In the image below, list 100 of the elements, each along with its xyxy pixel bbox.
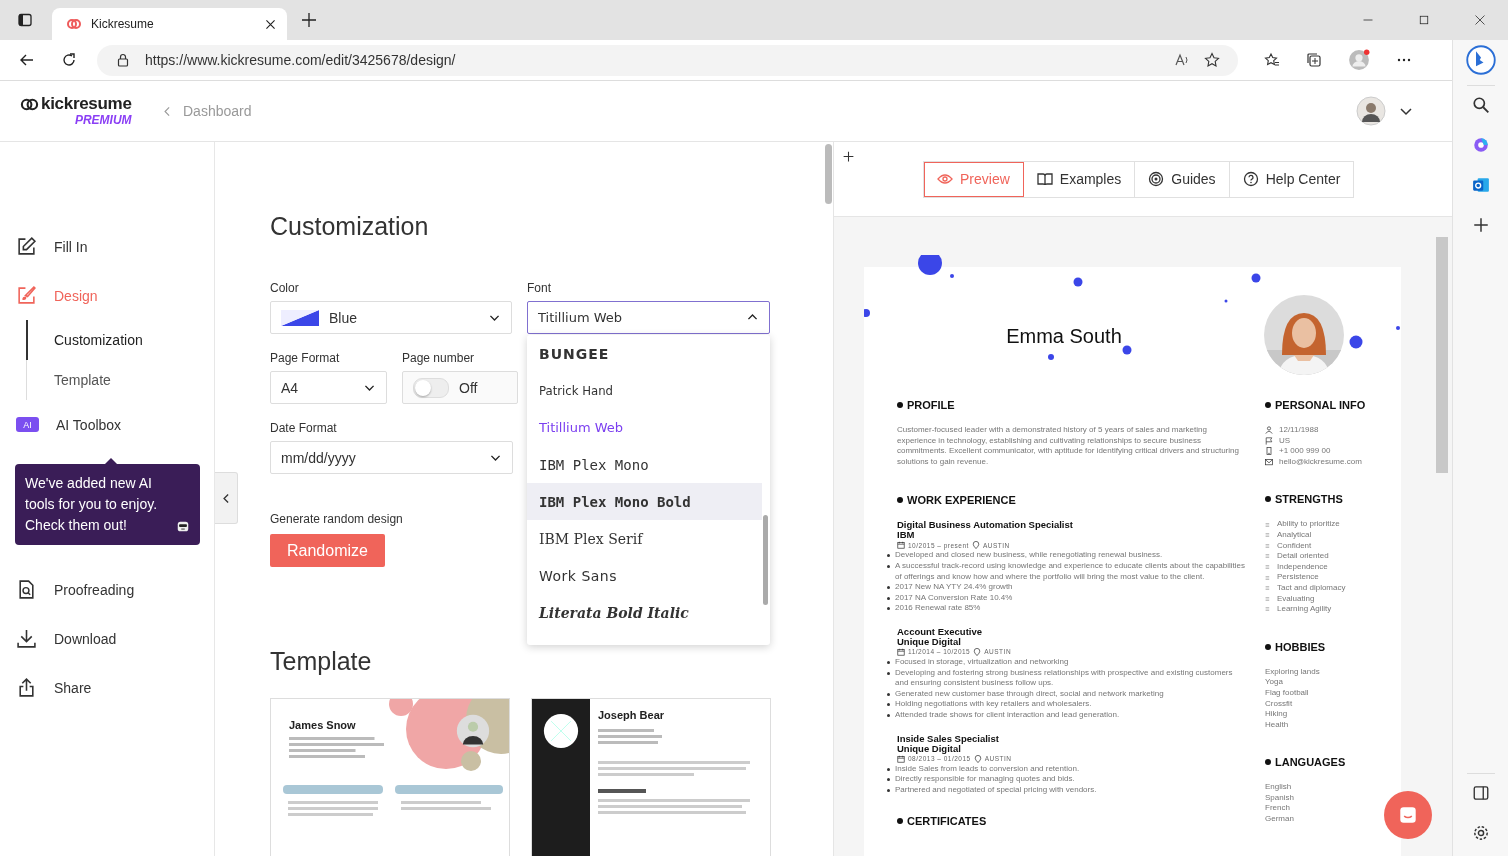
maximize-icon[interactable] bbox=[1418, 14, 1430, 26]
job-bullet: Partnered and negotiated of special pricing with vendors. bbox=[895, 784, 1097, 796]
site-logo-icon bbox=[66, 16, 82, 32]
sidebar-item[interactable]: AI AI Toolbox bbox=[0, 400, 214, 449]
strength-item: Persistence bbox=[1277, 572, 1319, 583]
toggle-switch[interactable] bbox=[413, 377, 449, 398]
field-label: Page number bbox=[402, 351, 476, 365]
lines-icon bbox=[1265, 521, 1271, 528]
pencil-icon bbox=[16, 236, 37, 257]
company-name: Unique Digital bbox=[897, 743, 962, 754]
close-icon[interactable] bbox=[1474, 14, 1486, 26]
job-bullet: Directly responsible for managing quotes and bids. bbox=[895, 774, 1075, 785]
shapes-icon[interactable] bbox=[1471, 136, 1490, 154]
hobby-item: Exploring lands bbox=[1265, 666, 1321, 678]
logo-text[interactable]: kickresume bbox=[41, 95, 132, 113]
lines-icon bbox=[1265, 574, 1271, 581]
font-option[interactable]: BUNGEE bbox=[527, 335, 762, 372]
font-option[interactable]: Literata Bold Italic bbox=[527, 594, 762, 631]
target-icon bbox=[1148, 171, 1165, 187]
flag-icon bbox=[1265, 436, 1273, 445]
new-tab-icon[interactable] bbox=[301, 12, 317, 28]
location-pin-icon bbox=[973, 647, 982, 656]
job-bullet: Focused in storage, virtualization and networking bbox=[895, 656, 1069, 668]
job-bullet: Inside Sales from leads to conversion and retention. bbox=[895, 763, 1080, 775]
strength-item: Analytical bbox=[1277, 529, 1312, 541]
font-option[interactable]: Patrick Hand bbox=[527, 372, 762, 409]
font-option[interactable]: IBM Plex Mono Bold bbox=[527, 483, 762, 520]
job-bullet: Developing and fostering strong business relationships with prospective and existing customers and ensuring consistent business follow ups. bbox=[895, 667, 1234, 689]
resume-name: Emma South bbox=[1005, 325, 1123, 348]
brush-icon bbox=[16, 285, 37, 306]
job-bullet: Developed and closed new business, while renegotiating renewal business. bbox=[895, 550, 1163, 561]
close-icon[interactable] bbox=[264, 17, 277, 31]
font-select[interactable]: Titillium Web bbox=[527, 301, 770, 334]
font-option[interactable]: IBM Plex Mono bbox=[527, 446, 762, 483]
reload-icon[interactable] bbox=[61, 52, 77, 68]
strength-item: Ability to prioritize bbox=[1277, 519, 1340, 530]
sidebar-panel-icon[interactable] bbox=[1471, 784, 1490, 802]
settings-icon[interactable] bbox=[1471, 824, 1490, 842]
toggle-label: Off bbox=[459, 379, 479, 396]
sidebar-item[interactable]: Fill In bbox=[0, 222, 214, 271]
location-pin-icon bbox=[971, 541, 980, 550]
download-icon bbox=[16, 628, 37, 649]
font-option[interactable]: Titillium Web bbox=[527, 409, 762, 446]
robot-icon bbox=[176, 519, 190, 533]
strength-item: Tact and diplomacy bbox=[1277, 582, 1346, 594]
template-name: Joseph Bear bbox=[598, 709, 666, 721]
personal-info-text: +1 000 999 00 bbox=[1279, 446, 1331, 457]
add-icon[interactable] bbox=[1471, 216, 1490, 234]
color-select[interactable]: Blue bbox=[270, 301, 512, 334]
job-bullet: 2016 Renewal rate 85% bbox=[895, 603, 981, 614]
sidebar-item[interactable]: Proofreading bbox=[0, 565, 214, 614]
profile-icon[interactable] bbox=[1348, 49, 1370, 71]
scrollbar[interactable] bbox=[1436, 237, 1448, 473]
font-option[interactable]: IBM Plex Serif bbox=[527, 520, 762, 557]
add-favorite-icon[interactable] bbox=[1204, 52, 1220, 68]
strength-item: Confident bbox=[1277, 540, 1312, 552]
template-card[interactable]: James Snow bbox=[270, 698, 510, 856]
copilot-icon[interactable] bbox=[1465, 45, 1496, 75]
sidebar-subitem[interactable]: Customization bbox=[26, 320, 214, 360]
search-icon[interactable] bbox=[1471, 96, 1490, 114]
section-heading: LANGUAGES bbox=[1265, 756, 1395, 769]
address-bar[interactable]: https://www.kickresume.com/edit/3425678/design/ bbox=[97, 44, 1238, 76]
date-format-select[interactable]: mm/dd/yyyy bbox=[270, 441, 513, 474]
chat-button[interactable] bbox=[1384, 791, 1432, 839]
lines-icon bbox=[1265, 553, 1271, 560]
job-bullet: 2017 New NA YTY 24.4% growth bbox=[895, 582, 1013, 593]
template-name: James Snow bbox=[289, 719, 356, 731]
add-icon[interactable] bbox=[842, 150, 855, 163]
tab-actions-icon[interactable] bbox=[17, 12, 33, 28]
mail-app-icon[interactable] bbox=[1471, 176, 1490, 194]
back-icon[interactable] bbox=[19, 52, 35, 68]
field-label: Generate random design bbox=[270, 512, 403, 526]
strength-item: Independence bbox=[1277, 561, 1328, 573]
page-format-select[interactable]: A4 bbox=[270, 371, 387, 404]
template-card[interactable]: Joseph Bear bbox=[531, 698, 771, 856]
sidebar-item[interactable]: Share bbox=[0, 663, 214, 712]
section-title: Customization bbox=[270, 212, 430, 241]
font-option[interactable]: Work Sans bbox=[527, 557, 762, 594]
scrollbar[interactable] bbox=[763, 515, 768, 605]
hobby-item: Yoga bbox=[1265, 677, 1284, 688]
browser-tab[interactable]: Kickresume bbox=[52, 8, 287, 40]
favorites-icon[interactable] bbox=[1264, 52, 1280, 68]
profile-text: Customer-focused leader with a demonstrated history of 5 years of sales and marketing experience in technology, establishing and cultivating relationships to secure business commitments. Excellent communicator, with aptitude for identifying critical drivers and structuring solutions to gain revenue. bbox=[897, 425, 1240, 468]
person-icon bbox=[1265, 426, 1273, 435]
scrollbar[interactable] bbox=[825, 144, 832, 204]
job-bullet: Generated new customer base through direct, social and network marketing bbox=[895, 688, 1164, 700]
document-search-icon bbox=[16, 579, 37, 600]
language-item: French bbox=[1265, 803, 1291, 815]
language-item: English bbox=[1265, 782, 1293, 793]
avatar-icon[interactable] bbox=[1356, 96, 1386, 126]
job-title: Inside Sales Specialist bbox=[897, 733, 1000, 744]
strength-item: Learning Agility bbox=[1277, 604, 1332, 615]
personal-info-text: 12/11/1988 bbox=[1279, 425, 1319, 436]
chat-icon bbox=[1397, 804, 1419, 826]
read-aloud-icon[interactable] bbox=[1174, 52, 1190, 68]
section-heading: CERTIFICATES bbox=[897, 815, 1247, 828]
lines-icon bbox=[1265, 564, 1271, 571]
collections-icon[interactable] bbox=[1306, 52, 1322, 68]
sidebar-subitem[interactable]: Template bbox=[26, 360, 214, 400]
sidebar-item[interactable]: Download bbox=[0, 614, 214, 663]
